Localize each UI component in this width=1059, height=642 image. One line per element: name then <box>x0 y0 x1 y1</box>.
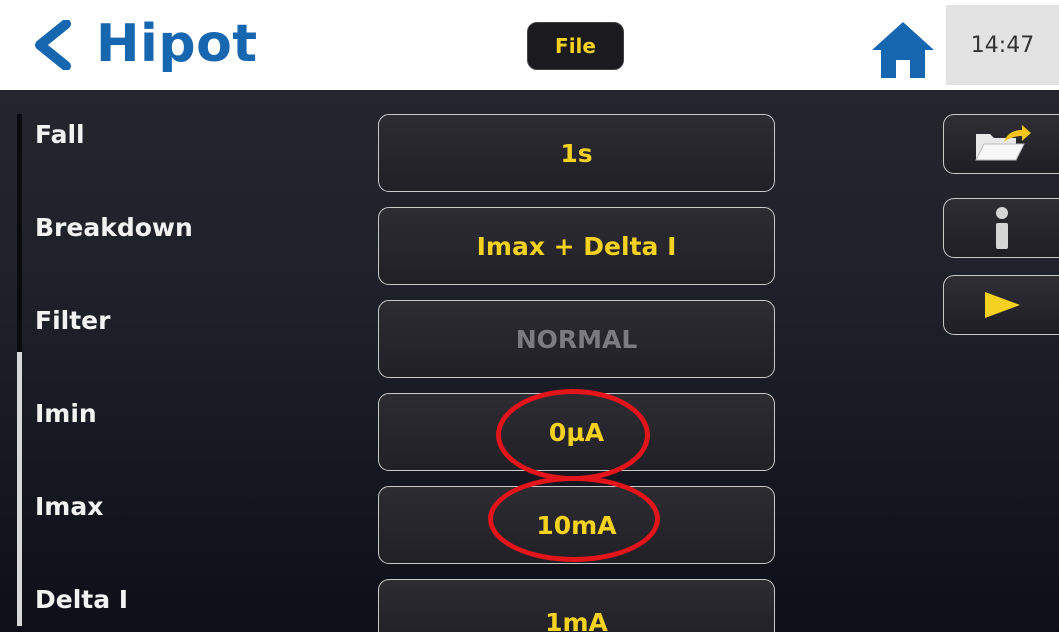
param-value-fall[interactable]: 1s <box>378 114 775 192</box>
highlight-circle-imax <box>488 476 660 562</box>
param-label-imax: Imax <box>35 492 104 521</box>
param-label-delta-i: Delta I <box>35 585 129 614</box>
param-label-filter: Filter <box>35 306 111 335</box>
param-value-breakdown[interactable]: Imax + Delta I <box>378 207 775 285</box>
parameter-panel: Fall 1s Breakdown Imax + Delta I Filter … <box>0 90 1059 642</box>
param-value-delta-i[interactable]: 1mA <box>378 579 775 639</box>
run-button[interactable] <box>943 275 1059 335</box>
param-label-breakdown: Breakdown <box>35 213 193 242</box>
highlight-circle-imin <box>496 389 650 481</box>
folder-export-icon <box>974 125 1031 161</box>
clock-display: 14:47 <box>946 5 1059 85</box>
info-button[interactable] <box>943 198 1059 258</box>
scrollbar[interactable] <box>17 114 22 626</box>
play-icon <box>984 292 1020 318</box>
scroll-thumb[interactable] <box>17 352 22 626</box>
info-icon <box>995 207 1008 249</box>
panel-bottom-border <box>0 632 1059 642</box>
export-button[interactable] <box>943 114 1059 174</box>
file-button[interactable]: File <box>527 22 624 70</box>
back-chevron-icon[interactable] <box>30 20 76 70</box>
param-value-filter: NORMAL <box>378 300 775 378</box>
param-label-fall: Fall <box>35 120 85 149</box>
home-icon[interactable] <box>870 20 936 80</box>
param-label-imin: Imin <box>35 399 97 428</box>
page-title: Hipot <box>96 14 258 74</box>
header-bar: Hipot File 14:47 <box>0 0 1059 90</box>
